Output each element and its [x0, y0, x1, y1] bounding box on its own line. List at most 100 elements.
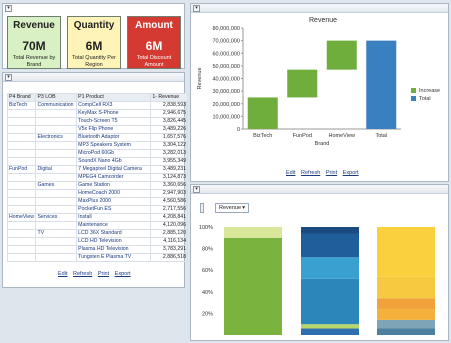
product-cell[interactable]: Plasma HD Television [76, 245, 152, 254]
table-row: Games Game Station 3,360,656 [6, 181, 188, 190]
waterfall-bar [287, 69, 318, 98]
product-cell[interactable]: Maintenance [76, 221, 152, 230]
stacked-segment [377, 227, 435, 277]
product-cell[interactable]: V5x Flip Phone [76, 125, 152, 134]
stacked-segment [377, 276, 435, 299]
product-cell[interactable]: Install [76, 213, 152, 222]
stacked-segment [301, 324, 359, 329]
product-cell[interactable]: Game Station [76, 181, 152, 190]
y-tick-label: 60% [202, 268, 213, 274]
kpi-desc: Total Discount Amount [136, 55, 172, 68]
product-cell[interactable]: CompCell RX3 [76, 101, 152, 110]
measure-select[interactable]: Revenue ▾ [215, 203, 249, 213]
lob-cell [35, 189, 78, 198]
revenue-cell: 2,838,593 [150, 101, 188, 110]
kpi-revenue-tile[interactable]: Revenue 70M Total Revenue by Brand [7, 16, 61, 69]
kpi-quantity-tile[interactable]: Quantity 6M Total Quantity Per Region [67, 16, 121, 69]
revenue-cell: 3,783,291 [150, 245, 188, 254]
revenue-cell: 3,282,013 [150, 149, 188, 158]
revenue-cell: 3,489,226 [150, 125, 188, 134]
waterfall-bar [366, 40, 397, 129]
legend-label: Total [419, 96, 431, 102]
product-cell[interactable]: Bluetooth Adaptor [76, 133, 152, 142]
brand-cell[interactable]: FunPod [6, 165, 37, 174]
product-cell[interactable]: KeyMax S-Phone [76, 109, 152, 118]
table-row: PocketFun ES 2,717,556 [6, 205, 188, 214]
revenue-table-panel: ▾ P4 Brand P3 LOB P1 Product 1- Revenue … [2, 72, 188, 288]
legend-swatch [411, 96, 416, 101]
lob-cell[interactable]: Electronics [35, 133, 78, 142]
product-cell[interactable]: MPEG4 Camcorder [76, 173, 152, 182]
panel-header [191, 4, 448, 13]
brand-cell [6, 109, 37, 118]
stacked-segment [224, 237, 282, 335]
table-row: LCD HD Television 4,116,134 [6, 237, 188, 246]
column-header[interactable]: P3 LOB [35, 93, 78, 102]
brand-cell[interactable]: HomeView [6, 213, 37, 222]
lob-cell[interactable]: Digital [35, 165, 78, 174]
lob-cell[interactable]: Games [35, 181, 78, 190]
revenue-table: P4 Brand P3 LOB P1 Product 1- Revenue Bi… [6, 93, 188, 262]
product-cell[interactable]: MicroPod 60Gb [76, 149, 152, 158]
product-cell[interactable]: SoundX Nano 4Gb [76, 157, 152, 166]
x-tick-label: FunPod [293, 133, 312, 139]
export-link[interactable]: Export [343, 170, 359, 176]
column-header[interactable]: P4 Brand [6, 93, 37, 102]
collapse-toggle-icon[interactable]: ▾ [193, 186, 200, 193]
kpi-title: Amount [135, 20, 173, 31]
table-row: Plasma HD Television 3,783,291 [6, 245, 188, 254]
product-cell[interactable]: MP3 Speakers System [76, 141, 152, 150]
table-row: HomeView Services Install 4,208,841 [6, 213, 188, 222]
collapse-toggle-icon[interactable]: ▾ [5, 74, 12, 81]
stacked-bar-chart: 20% 40% 60% 80% 100% [199, 225, 435, 335]
product-cell[interactable]: HomeCoach 2000 [76, 189, 152, 198]
table-row: Electronics Bluetooth Adaptor 1,657,576 [6, 133, 188, 142]
brand-cell [6, 181, 37, 190]
product-cell[interactable]: 7 Megapixel Digital Camera [76, 165, 152, 174]
revenue-cell: 4,560,586 [150, 197, 188, 206]
x-tick-label: BizTech [253, 133, 272, 139]
refresh-link[interactable]: Refresh [301, 170, 320, 176]
collapse-toggle-icon[interactable]: ▾ [193, 5, 200, 12]
x-axis-title: Brand [315, 141, 330, 147]
revenue-cell: 2,886,518 [150, 253, 188, 262]
lob-cell[interactable]: TV [35, 229, 78, 238]
product-cell[interactable]: PocketFun ES [76, 205, 152, 214]
revenue-cell: 4,120,096 [150, 221, 188, 230]
product-cell[interactable]: LCD 36X Standard [76, 229, 152, 238]
kpi-amount-tile[interactable]: Amount 6M Total Discount Amount [127, 16, 181, 69]
table-row: HomeCoach 2000 2,947,903 [6, 189, 188, 198]
product-cell[interactable]: Tungsten E Plasma TV [76, 253, 152, 262]
select-label: Revenue [219, 205, 242, 211]
brand-cell [6, 237, 37, 246]
collapse-toggle-icon[interactable]: ▾ [5, 5, 12, 12]
lob-cell [35, 125, 78, 134]
brand-cell [6, 205, 37, 214]
y-tick-label: 10,000,000 [212, 114, 240, 120]
lob-cell[interactable]: Communication [35, 101, 78, 110]
product-cell[interactable]: Touch-Screen T5 [76, 117, 152, 126]
refresh-link[interactable]: Refresh [73, 271, 92, 277]
brand-cell[interactable]: BizTech [6, 101, 37, 110]
export-link[interactable]: Export [115, 271, 131, 277]
print-link[interactable]: Print [326, 170, 337, 176]
edit-link[interactable]: Edit [58, 271, 67, 277]
drag-handle-icon[interactable] [200, 203, 204, 213]
edit-link[interactable]: Edit [286, 170, 295, 176]
product-cell[interactable]: MaxPlus 2000 [76, 197, 152, 206]
stacked-segment [301, 227, 359, 234]
product-cell[interactable]: LCD HD Television [76, 237, 152, 246]
column-header[interactable]: 1- Revenue [150, 93, 188, 102]
revenue-cell: 2,717,556 [150, 205, 188, 214]
column-header[interactable]: P1 Product [76, 93, 152, 102]
table-row: MPEG4 Camcorder 3,124,873 [6, 173, 188, 182]
lob-cell [35, 141, 78, 150]
chart-actions: Edit Refresh Print Export [284, 170, 361, 176]
revenue-cell: 4,208,841 [150, 213, 188, 222]
table-actions: Edit Refresh Print Export [56, 271, 133, 277]
panel-header [3, 73, 184, 82]
print-link[interactable]: Print [98, 271, 109, 277]
brand-cell [6, 229, 37, 238]
lob-cell[interactable]: Services [35, 213, 78, 222]
y-tick-label: 80% [202, 247, 213, 253]
